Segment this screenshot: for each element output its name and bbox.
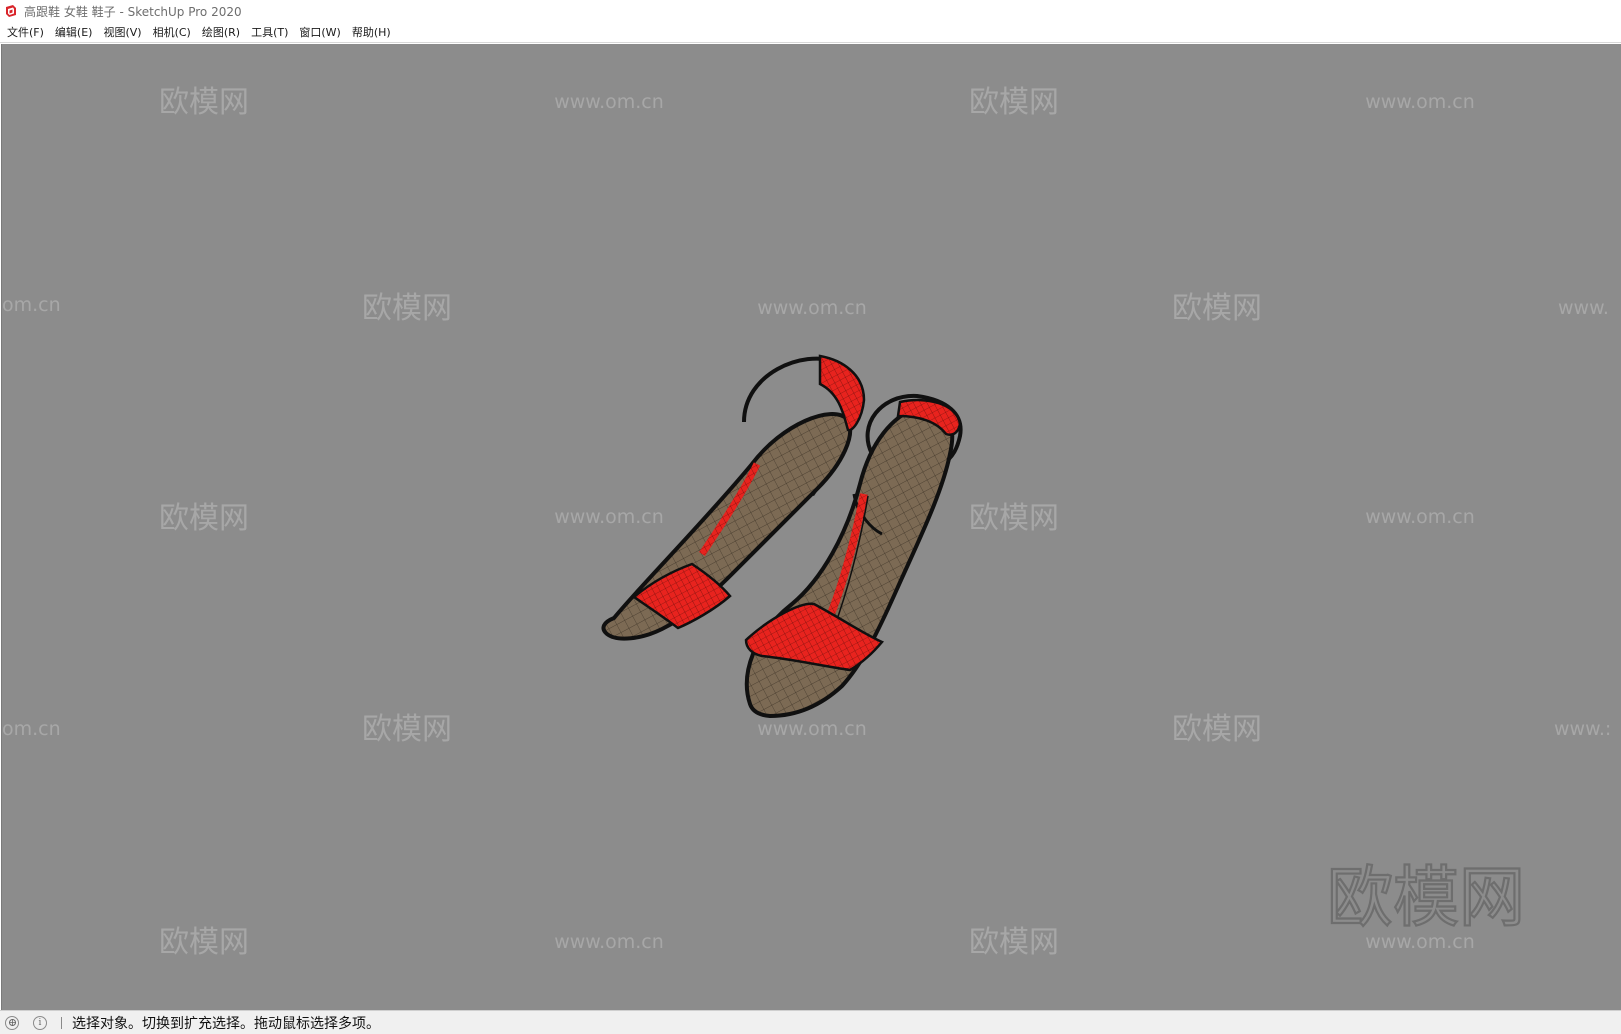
watermark-logo: 欧模网	[362, 291, 452, 326]
status-bar: i 选择对象。切换到扩充选择。拖动鼠标选择多项。	[0, 1010, 1621, 1034]
status-message: 选择对象。切换到扩充选择。拖动鼠标选择多项。	[72, 1015, 380, 1032]
watermark-url: www.om.cn	[1365, 91, 1475, 113]
watermark-url: www.om.cn	[757, 718, 867, 740]
watermark-logo: 欧模网	[1172, 712, 1262, 747]
watermark-url: www.om.cn	[554, 91, 664, 113]
sketchup-logo-icon	[6, 5, 16, 17]
watermark-url-partial-right: www.:	[1554, 718, 1611, 740]
watermark-url: www.om.cn	[554, 931, 664, 953]
menu-tools[interactable]: 工具(T)	[247, 23, 295, 42]
watermark-url: www.om.cn	[1365, 506, 1475, 528]
window-title: 高跟鞋 女鞋 鞋子 - SketchUp Pro 2020	[24, 4, 242, 19]
watermark-logo: 欧模网	[159, 501, 249, 536]
geo-location-icon[interactable]	[5, 1015, 19, 1030]
watermark-url-partial: om.cn	[2, 718, 61, 740]
watermark-logo: 欧模网	[362, 712, 452, 747]
info-icon[interactable]: i	[33, 1015, 47, 1030]
model-viewport[interactable]: 欧模网 www.om.cn 欧模网 www.om.cn om.cn 欧模网 ww…	[1, 44, 1621, 1010]
watermark-logo: 欧模网	[969, 85, 1059, 120]
status-divider	[61, 1016, 62, 1029]
menu-camera[interactable]: 相机(C)	[149, 23, 198, 42]
watermark-logo: 欧模网	[159, 85, 249, 120]
menu-view[interactable]: 视图(V)	[99, 23, 148, 42]
menu-edit[interactable]: 编辑(E)	[51, 23, 100, 42]
watermark-url-partial-right: www.	[1558, 297, 1609, 319]
watermark-logo: 欧模网	[969, 501, 1059, 536]
menu-bar: 文件(F) 编辑(E) 视图(V) 相机(C) 绘图(R) 工具(T) 窗口(W…	[0, 22, 1621, 43]
title-bar: 高跟鞋 女鞋 鞋子 - SketchUp Pro 2020	[0, 0, 1621, 22]
watermark-layer: 欧模网 www.om.cn 欧模网 www.om.cn om.cn 欧模网 ww…	[2, 85, 1611, 960]
watermark-logo: 欧模网	[1172, 291, 1262, 326]
watermark-logo: 欧模网	[159, 925, 249, 960]
menu-file[interactable]: 文件(F)	[3, 23, 51, 42]
scene-canvas[interactable]: 欧模网 www.om.cn 欧模网 www.om.cn om.cn 欧模网 ww…	[2, 44, 1621, 1010]
watermark-url-partial: om.cn	[2, 294, 61, 316]
watermark-logo-large: 欧模网	[1327, 859, 1525, 936]
watermark-logo: 欧模网	[969, 925, 1059, 960]
menu-window[interactable]: 窗口(W)	[295, 23, 347, 42]
watermark-url: www.om.cn	[554, 506, 664, 528]
watermark-url: www.om.cn	[757, 297, 867, 319]
menu-help[interactable]: 帮助(H)	[348, 23, 398, 42]
menu-draw[interactable]: 绘图(R)	[198, 23, 247, 42]
